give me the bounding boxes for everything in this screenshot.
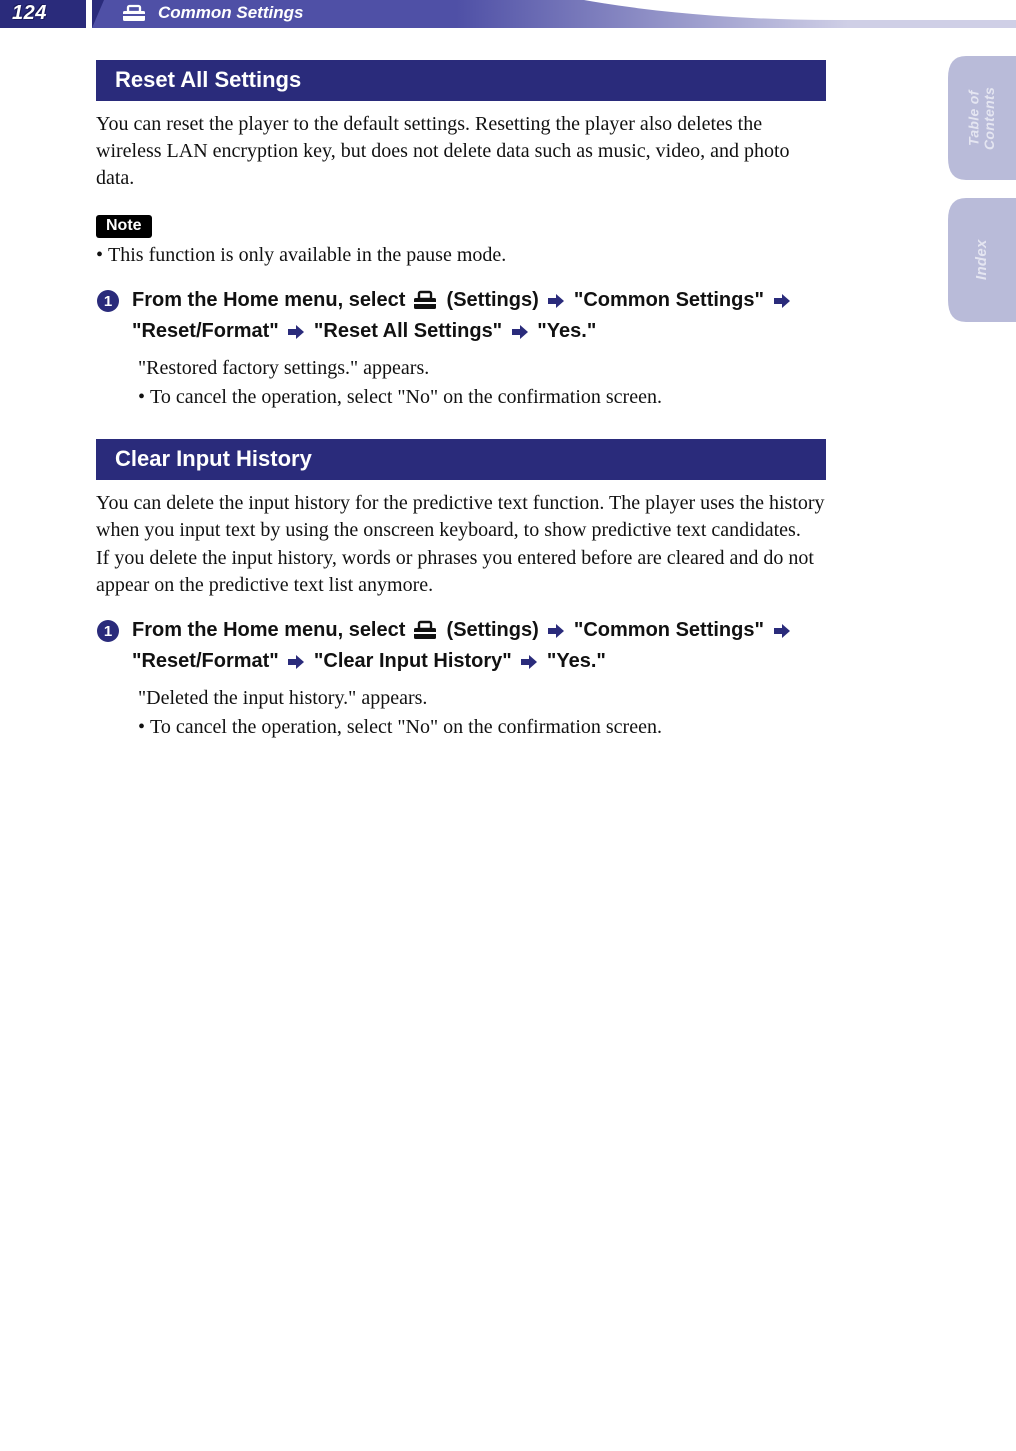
arrow-right-icon [548,289,564,317]
side-tabs: Table ofContents Index [948,56,1016,340]
clear-intro-1: You can delete the input history for the… [96,490,826,544]
clear-result: "Deleted the input history." appears. To… [138,684,826,741]
page-content: Reset All Settings You can reset the pla… [96,60,826,741]
arrow-right-icon [774,289,790,317]
arrow-right-icon [548,619,564,647]
page-number-badge: 124 [0,0,92,28]
tab-table-of-contents[interactable]: Table ofContents [948,56,1016,180]
reset-step-1: 1 From the Home menu, select (Settings) … [96,287,826,348]
clear-result-line1: "Deleted the input history." appears. [138,684,826,712]
breadcrumb: Common Settings [158,3,303,23]
arrow-right-icon [288,650,304,678]
reset-result: "Restored factory settings." appears. To… [138,354,826,411]
section-heading-reset: Reset All Settings [96,60,826,101]
reset-step-text: From the Home menu, select (Settings) "C… [132,287,826,348]
reset-intro: You can reset the player to the default … [96,111,826,193]
page-header: 124 Common Settings [0,0,1016,28]
clear-step-1: 1 From the Home menu, select (Settings) … [96,617,826,678]
arrow-right-icon [521,650,537,678]
page-number: 124 [12,2,47,25]
tab-label-index: Index [948,198,1016,322]
clear-step-text: From the Home menu, select (Settings) "C… [132,617,826,678]
note-label: Note [96,215,152,238]
header-breadcrumb-bar: Common Settings [92,0,1016,28]
reset-result-line1: "Restored factory settings." appears. [138,354,826,382]
step-number-1-icon: 1 [96,289,120,313]
tab-index[interactable]: Index [948,198,1016,322]
reset-result-line2: To cancel the operation, select "No" on … [138,384,826,411]
svg-text:1: 1 [104,293,112,310]
clear-result-line2: To cancel the operation, select "No" on … [138,714,826,741]
settings-toolbox-icon [122,4,146,27]
tab-label-toc: Table ofContents [948,56,1016,180]
arrow-right-icon [774,619,790,647]
clear-intro-2: If you delete the input history, words o… [96,545,826,599]
reset-note-bullet: This function is only available in the p… [96,242,826,269]
step-number-1-icon: 1 [96,619,120,643]
arrow-right-icon [288,320,304,348]
svg-text:1: 1 [104,623,112,640]
section-heading-clear: Clear Input History [96,439,826,480]
arrow-right-icon [512,320,528,348]
settings-toolbox-icon [413,620,437,649]
settings-toolbox-icon [413,290,437,319]
